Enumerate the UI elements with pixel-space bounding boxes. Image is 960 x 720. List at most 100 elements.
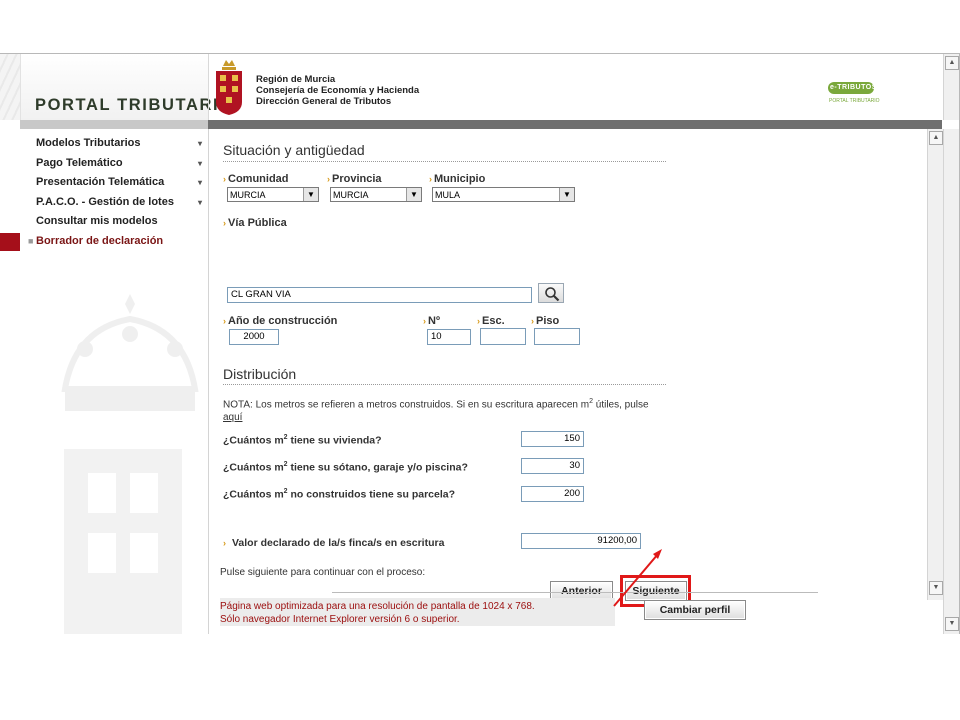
- comunidad-select-value: MURCIA: [230, 190, 266, 200]
- scroll-down-icon[interactable]: ▼: [929, 581, 943, 595]
- chevron-down-icon: ▾: [197, 178, 202, 188]
- main-content: Situación y antigüedad › Comunidad MURCIA…: [209, 129, 927, 634]
- nota-text: NOTA: Los metros se refieren a metros co…: [223, 398, 649, 410]
- sidebar-item-label: Modelos Tributarios: [36, 137, 141, 149]
- nota-part-1: NOTA: Los metros se refieren a metros co…: [223, 399, 590, 411]
- question-parcela: ¿Cuántos m2 no construidos tiene su parc…: [223, 488, 455, 501]
- valor-declarado-label-text: Valor declarado de la/s finca/s en escri…: [232, 537, 445, 549]
- comunidad-label: › Comunidad: [223, 173, 289, 185]
- etributos-logo[interactable]: e-TRIBUTOS PORTAL TRIBUTARIO: [826, 78, 880, 112]
- provincia-label-text: Provincia: [332, 173, 382, 185]
- numero-label-text: Nº: [428, 315, 440, 327]
- valor-declarado-label: › Valor declarado de la/s finca/s en escr…: [223, 537, 444, 549]
- sidebar-menu: Modelos Tributarios ▾ Pago Telemático ▾ …: [0, 134, 208, 252]
- chevron-down-icon[interactable]: ▼: [559, 188, 574, 201]
- portal-logo-text: PORTAL TRIBUTARIO: [35, 96, 234, 114]
- chevron-right-icon: ›: [223, 174, 226, 184]
- sidebar-item-borrador-declaracion[interactable]: ■ Borrador de declaración: [0, 232, 208, 252]
- sidebar-item-label: P.A.C.O. - Gestión de lotes: [36, 195, 174, 208]
- escalera-input[interactable]: [480, 328, 526, 345]
- sidebar-item-label: Presentación Telemática: [36, 176, 165, 189]
- municipio-select-value: MULA: [435, 190, 461, 200]
- m2-parcela-input[interactable]: 200: [521, 486, 584, 502]
- org-line-1: Región de Murcia: [256, 74, 336, 85]
- sidebar-item-label: Pago Telemático: [36, 156, 123, 169]
- question-parcela-prefix: ¿Cuántos m: [223, 488, 284, 501]
- nota-link-wrap: aquí: [223, 412, 242, 423]
- chevron-right-icon: ›: [223, 538, 226, 548]
- municipio-label-text: Municipio: [434, 173, 486, 185]
- anio-construccion-input[interactable]: 2000: [229, 329, 279, 345]
- window-scrollbar[interactable]: ▼: [943, 129, 959, 634]
- numero-value: 10: [431, 331, 442, 342]
- section-divider: [223, 161, 666, 162]
- chevron-down-icon[interactable]: ▼: [406, 188, 421, 201]
- question-vivienda-prefix: ¿Cuántos m: [223, 434, 284, 447]
- m2-vivienda-input[interactable]: 150: [521, 431, 584, 447]
- browser-window: PORTAL TRIBUTARIO Región de Murcia Conse…: [0, 53, 960, 634]
- numero-label: › Nº: [423, 315, 440, 327]
- header-separator: [208, 54, 209, 120]
- m2-sotano-input[interactable]: 30: [521, 458, 584, 474]
- chevron-right-icon: ›: [223, 316, 226, 326]
- chevron-down-icon: ▾: [197, 139, 202, 148]
- sidebar-item-presentacion-telematica[interactable]: Presentación Telemática ▾: [0, 173, 208, 193]
- sidebar-item-modelos-tributarios[interactable]: Modelos Tributarios ▾: [0, 134, 208, 154]
- via-publica-label-text: Vía Pública: [228, 217, 287, 229]
- question-sotano-text: tiene su sótano, garaje y/o piscina?: [287, 461, 468, 474]
- aqui-link[interactable]: aquí: [223, 412, 242, 423]
- sidebar-item-label: Consultar mis modelos: [36, 215, 158, 228]
- question-sotano-prefix: ¿Cuántos m: [223, 461, 284, 474]
- provincia-select[interactable]: MURCIA ▼: [330, 187, 422, 202]
- scroll-up-icon[interactable]: ▲: [945, 56, 959, 70]
- provincia-label: › Provincia: [327, 173, 382, 185]
- m2-vivienda-value: 150: [564, 433, 580, 444]
- comunidad-select[interactable]: MURCIA ▼: [227, 187, 319, 202]
- nota-part-2: útiles, pulse: [592, 399, 649, 411]
- header-bar: [20, 120, 942, 129]
- continue-instruction: Pulse siguiente para continuar con el pr…: [220, 567, 426, 578]
- via-publica-label: › Vía Pública: [223, 217, 287, 229]
- section-title-situacion: Situación y antigüedad: [223, 142, 365, 158]
- question-vivienda: ¿Cuántos m2 tiene su vivienda?: [223, 434, 382, 447]
- scroll-up-icon[interactable]: ▲: [929, 131, 943, 145]
- escalera-label-text: Esc.: [482, 315, 505, 327]
- chevron-down-icon[interactable]: ▼: [303, 188, 318, 201]
- numero-input[interactable]: 10: [427, 329, 471, 345]
- municipio-select[interactable]: MULA ▼: [432, 187, 575, 202]
- footer-divider: [332, 592, 818, 593]
- search-icon: [545, 287, 560, 302]
- via-publica-value: CL GRAN VIA: [231, 289, 291, 300]
- chevron-right-icon: ›: [223, 218, 226, 228]
- chevron-right-icon: ›: [423, 316, 426, 326]
- region-shield-icon: [216, 60, 242, 115]
- sidebar-item-paco[interactable]: P.A.C.O. - Gestión de lotes ▾: [0, 193, 208, 213]
- search-button[interactable]: [538, 283, 564, 303]
- scroll-down-icon[interactable]: ▼: [945, 617, 959, 631]
- annotation-arrow-icon: [613, 549, 662, 607]
- m2-parcela-value: 200: [564, 488, 580, 499]
- comunidad-label-text: Comunidad: [228, 173, 289, 185]
- content-scrollbar[interactable]: ▲ ▼: [927, 129, 943, 600]
- crown-watermark-icon: [61, 294, 199, 411]
- bullet-icon: ■: [28, 235, 34, 246]
- active-marker: [0, 232, 20, 251]
- piso-label: › Piso: [531, 315, 559, 327]
- chevron-down-icon: ▾: [197, 158, 202, 168]
- escalera-label: › Esc.: [477, 315, 505, 327]
- footer-browser-note: Sólo navegador Internet Explorer versión…: [220, 614, 460, 625]
- header-scrollbar[interactable]: ▲: [943, 54, 959, 120]
- sidebar-item-consultar-modelos[interactable]: Consultar mis modelos: [0, 212, 208, 232]
- chevron-right-icon: ›: [429, 174, 432, 184]
- anio-construccion-label-text: Año de construcción: [228, 315, 338, 327]
- question-sotano: ¿Cuántos m2 tiene su sótano, garaje y/o …: [223, 461, 468, 474]
- header: PORTAL TRIBUTARIO Región de Murcia Conse…: [0, 54, 959, 120]
- sidebar-item-pago-telematico[interactable]: Pago Telemático ▾: [0, 154, 208, 174]
- portal-logo[interactable]: PORTAL TRIBUTARIO: [20, 54, 232, 120]
- provincia-select-value: MURCIA: [333, 190, 369, 200]
- section-title-distribucion: Distribución: [223, 366, 297, 382]
- castle-towers-icon: [88, 473, 158, 573]
- piso-input[interactable]: [534, 328, 580, 345]
- question-vivienda-text: tiene su vivienda?: [287, 434, 382, 447]
- via-publica-input[interactable]: CL GRAN VIA: [227, 287, 532, 303]
